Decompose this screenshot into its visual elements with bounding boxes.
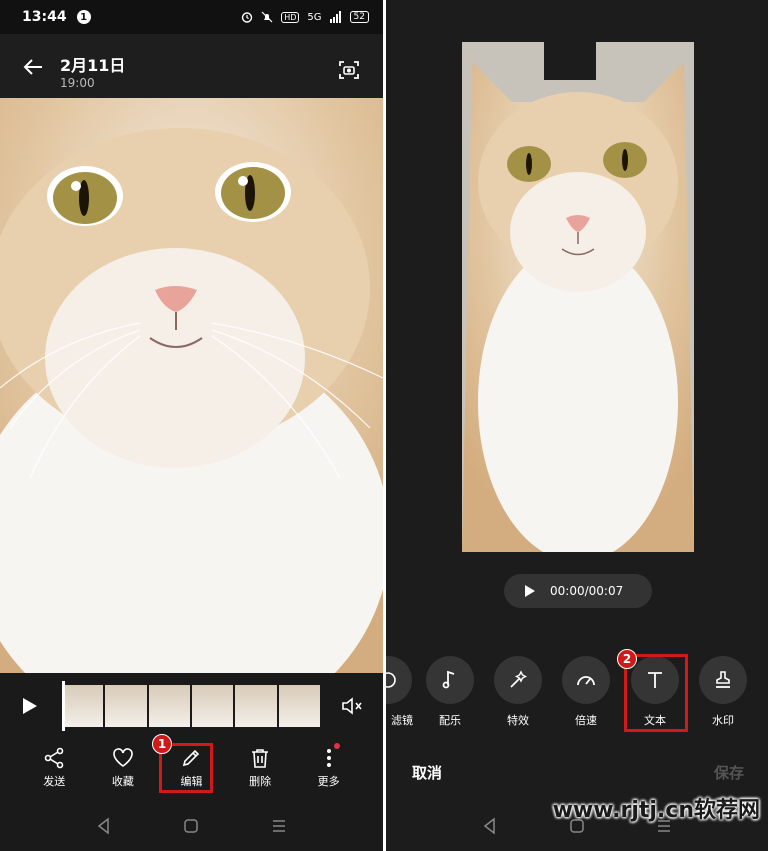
back-arrow-icon[interactable] bbox=[22, 56, 44, 78]
music-note-icon bbox=[442, 670, 455, 689]
battery-level: 52 bbox=[349, 11, 369, 23]
tool-speed[interactable]: 倍速 bbox=[556, 656, 616, 728]
speedometer-icon bbox=[577, 676, 595, 686]
tool-watermark-label: 水印 bbox=[712, 714, 734, 727]
filmstrip-frame bbox=[148, 685, 190, 727]
filmstrip-frame bbox=[235, 685, 277, 727]
page-subtitle: 19:00 bbox=[60, 76, 95, 90]
delete-label: 删除 bbox=[249, 775, 272, 788]
filmstrip-frame bbox=[105, 685, 147, 727]
tool-effects-label: 特效 bbox=[507, 714, 529, 727]
preview-cutout bbox=[544, 42, 596, 80]
share-button[interactable]: 发送 bbox=[29, 741, 79, 801]
tool-music-label: 配乐 bbox=[439, 714, 461, 727]
step-badge-2: 2 bbox=[617, 649, 637, 669]
hd-indicator: HD bbox=[281, 11, 300, 23]
video-editor-screen: 00:00/00:07 滤镜 配乐 特效 倍速 文本 水印 2 取消 保存 bbox=[386, 0, 768, 851]
playhead-cursor[interactable] bbox=[62, 681, 65, 731]
tool-filter-label: 滤镜 bbox=[391, 714, 413, 727]
filmstrip-frame bbox=[278, 685, 320, 727]
step-badge-1: 1 bbox=[152, 734, 172, 754]
page-title: 2月11日 bbox=[60, 56, 126, 75]
playback-time-pill[interactable]: 00:00/00:07 bbox=[504, 574, 652, 608]
tool-watermark[interactable]: 水印 bbox=[693, 656, 753, 728]
video-filmstrip[interactable] bbox=[62, 681, 320, 731]
video-frame-cat bbox=[0, 98, 383, 673]
more-icon bbox=[326, 749, 331, 767]
site-watermark: www.rjtj.cn软荐网 bbox=[552, 798, 760, 823]
play-icon[interactable] bbox=[522, 584, 536, 598]
more-notification-dot bbox=[333, 743, 340, 749]
tool-speed-label: 倍速 bbox=[575, 714, 597, 727]
signal-bars-icon bbox=[329, 11, 341, 23]
system-nav-bar bbox=[0, 801, 383, 851]
favorite-label: 收藏 bbox=[111, 775, 134, 788]
camera-snapshot-icon[interactable] bbox=[337, 58, 361, 82]
more-button[interactable]: 更多 bbox=[304, 741, 354, 801]
cancel-button[interactable]: 取消 bbox=[412, 762, 442, 783]
magic-wand-icon bbox=[510, 670, 528, 688]
cat-illustration bbox=[0, 98, 383, 673]
favorite-button[interactable]: 收藏 bbox=[98, 741, 148, 801]
time-display: 00:00/00:07 bbox=[550, 584, 624, 598]
editor-preview-cat bbox=[462, 42, 694, 552]
gallery-viewer-screen: 13:44 1 HD 5G 52 2月11日 19:00 发送 收藏 编辑 删除… bbox=[0, 0, 383, 851]
filmstrip-frame bbox=[191, 685, 234, 727]
save-button[interactable]: 保存 bbox=[714, 762, 744, 783]
play-icon[interactable] bbox=[18, 695, 40, 717]
trash-icon bbox=[252, 749, 269, 768]
signal-indicator: 5G bbox=[307, 11, 322, 23]
status-time: 13:44 bbox=[22, 9, 67, 25]
editor-footer: 取消 保存 bbox=[386, 752, 768, 792]
status-icons: HD 5G 52 bbox=[241, 11, 369, 23]
nav-home-icon[interactable] bbox=[182, 817, 200, 835]
share-label: 发送 bbox=[43, 775, 66, 788]
tool-music[interactable]: 配乐 bbox=[420, 656, 480, 728]
notification-badge: 1 bbox=[76, 10, 91, 24]
filter-icon bbox=[386, 672, 396, 688]
viewer-header: 2月11日 19:00 bbox=[0, 34, 383, 98]
editor-toolbar: 滤镜 配乐 特效 倍速 文本 水印 bbox=[386, 656, 768, 736]
mute-bell-icon bbox=[261, 11, 273, 23]
heart-icon bbox=[113, 748, 133, 767]
stamp-icon bbox=[716, 671, 730, 688]
status-bar: 13:44 1 HD 5G 52 bbox=[0, 0, 383, 34]
alarm-icon bbox=[242, 12, 253, 23]
nav-back-icon[interactable] bbox=[481, 817, 499, 835]
more-label: 更多 bbox=[317, 775, 340, 788]
playback-bar bbox=[0, 673, 383, 741]
volume-mute-icon[interactable] bbox=[341, 695, 365, 717]
tool-filter[interactable]: 滤镜 bbox=[386, 656, 418, 728]
filmstrip-frame bbox=[62, 685, 104, 727]
nav-menu-icon[interactable] bbox=[270, 817, 288, 835]
tool-effects[interactable]: 特效 bbox=[488, 656, 548, 728]
cat-illustration-preview bbox=[462, 42, 694, 552]
nav-back-icon[interactable] bbox=[95, 817, 113, 835]
delete-button[interactable]: 删除 bbox=[235, 741, 285, 801]
share-icon bbox=[44, 747, 64, 769]
